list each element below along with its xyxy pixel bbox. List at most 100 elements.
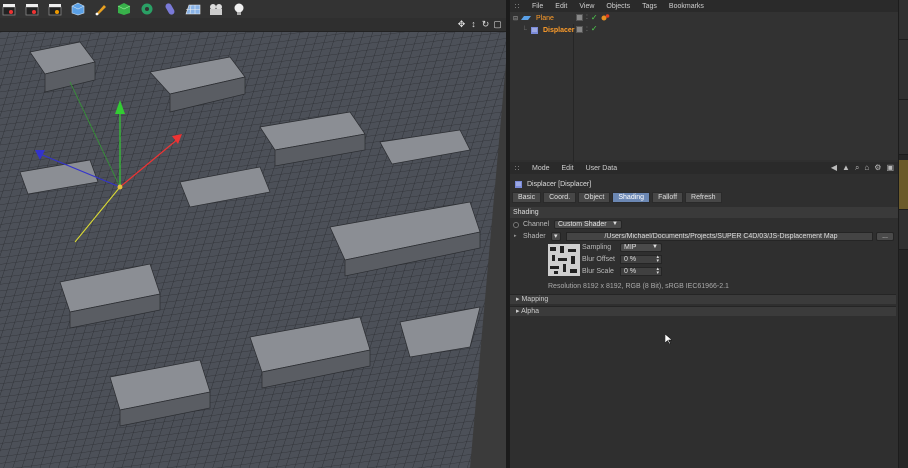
mouse-cursor-icon xyxy=(665,334,673,344)
rotate-icon[interactable]: ↻ xyxy=(481,20,490,29)
object-name[interactable]: Displacer xyxy=(543,27,575,34)
new-panel-icon[interactable]: ▣ xyxy=(886,163,894,172)
sampling-dropdown[interactable]: MIP ▼ xyxy=(620,243,662,252)
enabled-check-icon[interactable]: ✓ xyxy=(591,25,598,33)
clapper-icon[interactable] xyxy=(0,1,18,17)
3d-viewport[interactable]: ✥ ↕ ↻ ▢ xyxy=(0,0,506,468)
section-mapping-label: Mapping xyxy=(521,296,549,303)
menu-bookmarks[interactable]: Bookmarks xyxy=(669,3,704,10)
object-name[interactable]: Plane xyxy=(536,15,554,22)
blur-offset-value: 0 % xyxy=(624,256,637,263)
plane-icon xyxy=(521,15,532,20)
section-alpha[interactable]: ▸ Alpha xyxy=(510,306,896,316)
section-shading: Shading xyxy=(510,207,898,218)
visibility-dots[interactable]: ⁚ xyxy=(586,14,588,21)
clapper-record-icon[interactable] xyxy=(23,1,41,17)
menu-mode[interactable]: Mode xyxy=(532,165,550,172)
object-manager-menubar: File Edit View Objects Tags Bookmarks xyxy=(510,0,898,12)
shader-preview-thumbnail xyxy=(548,244,580,276)
menu-file[interactable]: File xyxy=(532,3,543,10)
gear-green-icon[interactable] xyxy=(138,1,156,17)
side-tab[interactable] xyxy=(899,40,908,100)
side-tab-strip xyxy=(898,0,908,468)
blur-scale-field[interactable]: 0 % ▴ ▾ xyxy=(620,267,662,276)
tab-object[interactable]: Object xyxy=(578,192,611,203)
object-manager[interactable]: ⊟ Plane ⁚ ✓ └ Displacer ⁚ ✓ xyxy=(510,12,898,172)
object-row-displacer[interactable]: └ Displacer ⁚ ✓ xyxy=(510,24,898,36)
displacer-icon xyxy=(530,26,538,34)
blur-offset-label: Blur Offset xyxy=(582,256,615,263)
gear-icon[interactable]: ⚙ xyxy=(874,163,881,172)
enabled-check-icon[interactable]: ✓ xyxy=(591,13,598,22)
sampling-value: MIP xyxy=(624,244,637,251)
tab-refresh[interactable]: Refresh xyxy=(685,192,722,203)
main-toolbar xyxy=(0,0,506,18)
section-alpha-label: Alpha xyxy=(521,308,539,315)
shader-expand-icon[interactable]: ▸ xyxy=(514,233,517,239)
expand-icon[interactable]: ⊟ xyxy=(513,15,518,22)
side-tab[interactable] xyxy=(899,210,908,250)
section-mapping[interactable]: ▸ Mapping xyxy=(510,294,896,304)
shader-path-field[interactable]: /Users/Michael/Documents/Projects/SUPER … xyxy=(566,232,873,241)
layer-box[interactable] xyxy=(576,25,583,33)
tag-icon[interactable] xyxy=(601,13,610,22)
chevron-down-icon: ▼ xyxy=(612,221,618,227)
up-arrow-icon[interactable]: ▲ xyxy=(842,163,850,172)
lock-icon[interactable]: ⌂ xyxy=(864,163,869,172)
side-tab[interactable] xyxy=(899,100,908,155)
displacer-icon xyxy=(515,181,522,188)
stepper-icon[interactable]: ▴ ▾ xyxy=(656,255,659,264)
menu-edit[interactable]: Edit xyxy=(562,165,574,172)
layer-box[interactable] xyxy=(576,14,583,21)
cube-icon[interactable] xyxy=(69,1,87,17)
shader-browse-button[interactable]: ... xyxy=(876,232,894,241)
attribute-title-text: Displacer [Displacer] xyxy=(527,181,592,188)
attribute-manager: Mode Edit User Data ◀ ▲ ⌕ ⌂ ⚙ ▣ Displace… xyxy=(510,162,898,468)
stepper-icon[interactable]: ▴ ▾ xyxy=(656,267,659,276)
attribute-manager-menubar: Mode Edit User Data ◀ ▲ ⌕ ⌂ ⚙ ▣ xyxy=(510,162,898,174)
maximize-icon[interactable]: ▢ xyxy=(493,20,502,29)
pen-icon[interactable] xyxy=(92,1,110,17)
grid-icon[interactable] xyxy=(184,1,202,17)
attribute-title: Displacer [Displacer] xyxy=(514,180,591,189)
zoom-icon[interactable]: ↕ xyxy=(469,20,478,29)
menu-user-data[interactable]: User Data xyxy=(586,165,618,172)
tab-basic[interactable]: Basic xyxy=(512,192,542,203)
tab-coord[interactable]: Coord. xyxy=(543,192,577,203)
shader-menu-button[interactable]: ▾ xyxy=(551,232,561,241)
move-icon[interactable]: ✥ xyxy=(457,20,466,29)
right-panel: File Edit View Objects Tags Bookmarks ⊟ … xyxy=(510,0,898,468)
light-icon[interactable] xyxy=(230,1,248,17)
object-row-plane[interactable]: ⊟ Plane ⁚ ✓ xyxy=(510,12,898,24)
menu-view[interactable]: View xyxy=(579,3,594,10)
attribute-tabs: Basic Coord. Object Shading Falloff Refr… xyxy=(512,192,722,203)
channel-dropdown[interactable]: Custom Shader ▼ xyxy=(554,220,622,229)
camera-icon[interactable] xyxy=(207,1,225,17)
tab-falloff[interactable]: Falloff xyxy=(652,192,684,203)
channel-animate-dot[interactable] xyxy=(513,222,519,228)
channel-label: Channel xyxy=(523,221,550,228)
blur-offset-field[interactable]: 0 % ▴ ▾ xyxy=(620,255,662,264)
menu-tags[interactable]: Tags xyxy=(642,3,657,10)
shader-label: Shader xyxy=(523,233,546,240)
cube-green-icon[interactable] xyxy=(115,1,133,17)
menu-edit[interactable]: Edit xyxy=(555,3,567,10)
grip-icon[interactable] xyxy=(514,164,520,172)
back-arrow-icon[interactable]: ◀ xyxy=(831,163,837,172)
clapper-settings-icon[interactable] xyxy=(46,1,64,17)
displaced-plane-scene[interactable] xyxy=(0,32,506,468)
channel-value: Custom Shader xyxy=(558,221,607,228)
side-tab[interactable] xyxy=(899,0,908,40)
column-divider[interactable] xyxy=(573,24,574,172)
menu-objects[interactable]: Objects xyxy=(606,3,630,10)
tab-shading[interactable]: Shading xyxy=(612,192,651,203)
blur-scale-label: Blur Scale xyxy=(582,268,614,275)
chevron-down-icon: ▼ xyxy=(652,244,658,250)
side-tab-active[interactable] xyxy=(899,160,908,210)
viewport-header: ✥ ↕ ↻ ▢ xyxy=(0,18,506,32)
search-icon[interactable]: ⌕ xyxy=(855,163,859,172)
capsule-icon[interactable] xyxy=(161,1,179,17)
grip-icon[interactable] xyxy=(514,2,520,10)
visibility-dots[interactable]: ⁚ xyxy=(586,26,588,33)
resolution-info: Resolution 8192 x 8192, RGB (8 Bit), sRG… xyxy=(548,283,729,290)
